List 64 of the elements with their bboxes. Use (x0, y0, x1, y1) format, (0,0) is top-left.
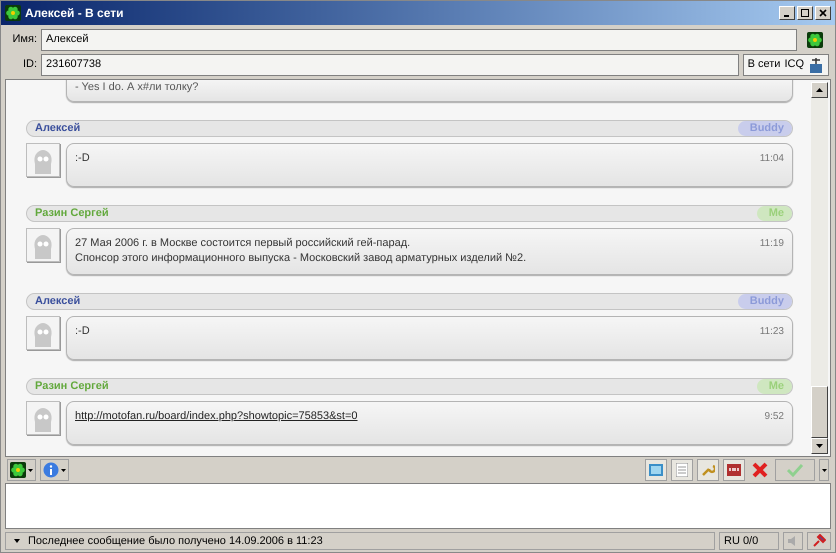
info-icon (43, 462, 59, 478)
sender-name: Разин Сергей (35, 379, 109, 394)
id-label: ID: (22, 57, 37, 72)
scroll-up-icon[interactable] (816, 88, 823, 92)
sender-name: Разин Сергей (35, 206, 109, 221)
sender-name: Алексей (35, 121, 80, 136)
sender-tag: Me (756, 206, 792, 221)
message-text: 27 Мая 2006 г. в Москве состоится первый российский гей-парад. (75, 236, 412, 251)
avatar-icon (26, 316, 60, 350)
document-icon (676, 463, 688, 477)
message-time: 11:19 (760, 237, 784, 251)
sender-tag: Buddy (738, 294, 792, 309)
close-icon (819, 9, 827, 17)
pin-button[interactable] (807, 532, 831, 550)
dropdown-arrow-icon (822, 468, 826, 472)
avatar-icon (26, 143, 60, 177)
message-time: 11:04 (760, 152, 784, 166)
avatar-icon (26, 401, 60, 435)
status-text: В сети (748, 57, 780, 72)
message-text: Спонсор этого информационного выпуска - Московский завод арматурных изделий №2. (75, 251, 528, 266)
sender-tag: Buddy (738, 121, 792, 136)
status-icon (10, 462, 26, 478)
quote-button[interactable] (723, 459, 745, 481)
wrench-icon (701, 463, 715, 477)
dropdown-arrow-icon (61, 468, 66, 472)
network-text: ICQ (784, 57, 804, 72)
history-button[interactable] (671, 459, 693, 481)
checkmark-icon (787, 463, 803, 477)
sender-name: Алексей (35, 294, 80, 309)
id-field[interactable]: 231607738 (41, 54, 739, 76)
message-link[interactable]: http://motofan.ru/board/index.php?showtopic=75853&st=0 (75, 409, 757, 424)
close-button[interactable] (815, 6, 831, 20)
pin-icon (812, 534, 826, 548)
scroll-down-icon[interactable] (816, 444, 823, 448)
name-field[interactable]: Алексей (41, 28, 797, 50)
chevron-icon (14, 539, 20, 543)
maximize-icon (801, 9, 809, 17)
name-label: Имя: (12, 32, 37, 48)
network-icon (808, 56, 824, 74)
message-input[interactable] (5, 483, 831, 529)
picture-icon (649, 464, 663, 476)
message-time: 11:23 (760, 325, 784, 339)
scrollbar[interactable] (811, 82, 828, 454)
message-text: - Yes I do. А х#ли толку? (75, 80, 198, 95)
message-time: 9:52 (764, 410, 784, 424)
status-menu-button[interactable] (7, 459, 36, 481)
avatar-icon (26, 228, 60, 262)
status-text: Последнее сообщение было получено 14.09.2006 в 11:23 (28, 534, 323, 549)
send-menu-button[interactable] (819, 459, 829, 481)
sender-tag: Me (756, 379, 792, 394)
window-title: Алексей - В сети (25, 5, 124, 22)
minimize-button[interactable] (779, 6, 795, 20)
close-icon (751, 461, 769, 479)
message-text: :-D (75, 324, 91, 339)
status-flower-icon (807, 32, 823, 48)
picture-button[interactable] (645, 459, 667, 481)
app-icon (5, 5, 21, 21)
maximize-button[interactable] (797, 6, 813, 20)
dropdown-arrow-icon (28, 468, 33, 472)
quote-icon (727, 464, 741, 476)
keyboard-text: RU 0/0 (724, 534, 758, 549)
scrollbar-thumb[interactable] (811, 386, 828, 438)
info-menu-button[interactable] (40, 459, 69, 481)
message-text: :-D (75, 151, 91, 166)
